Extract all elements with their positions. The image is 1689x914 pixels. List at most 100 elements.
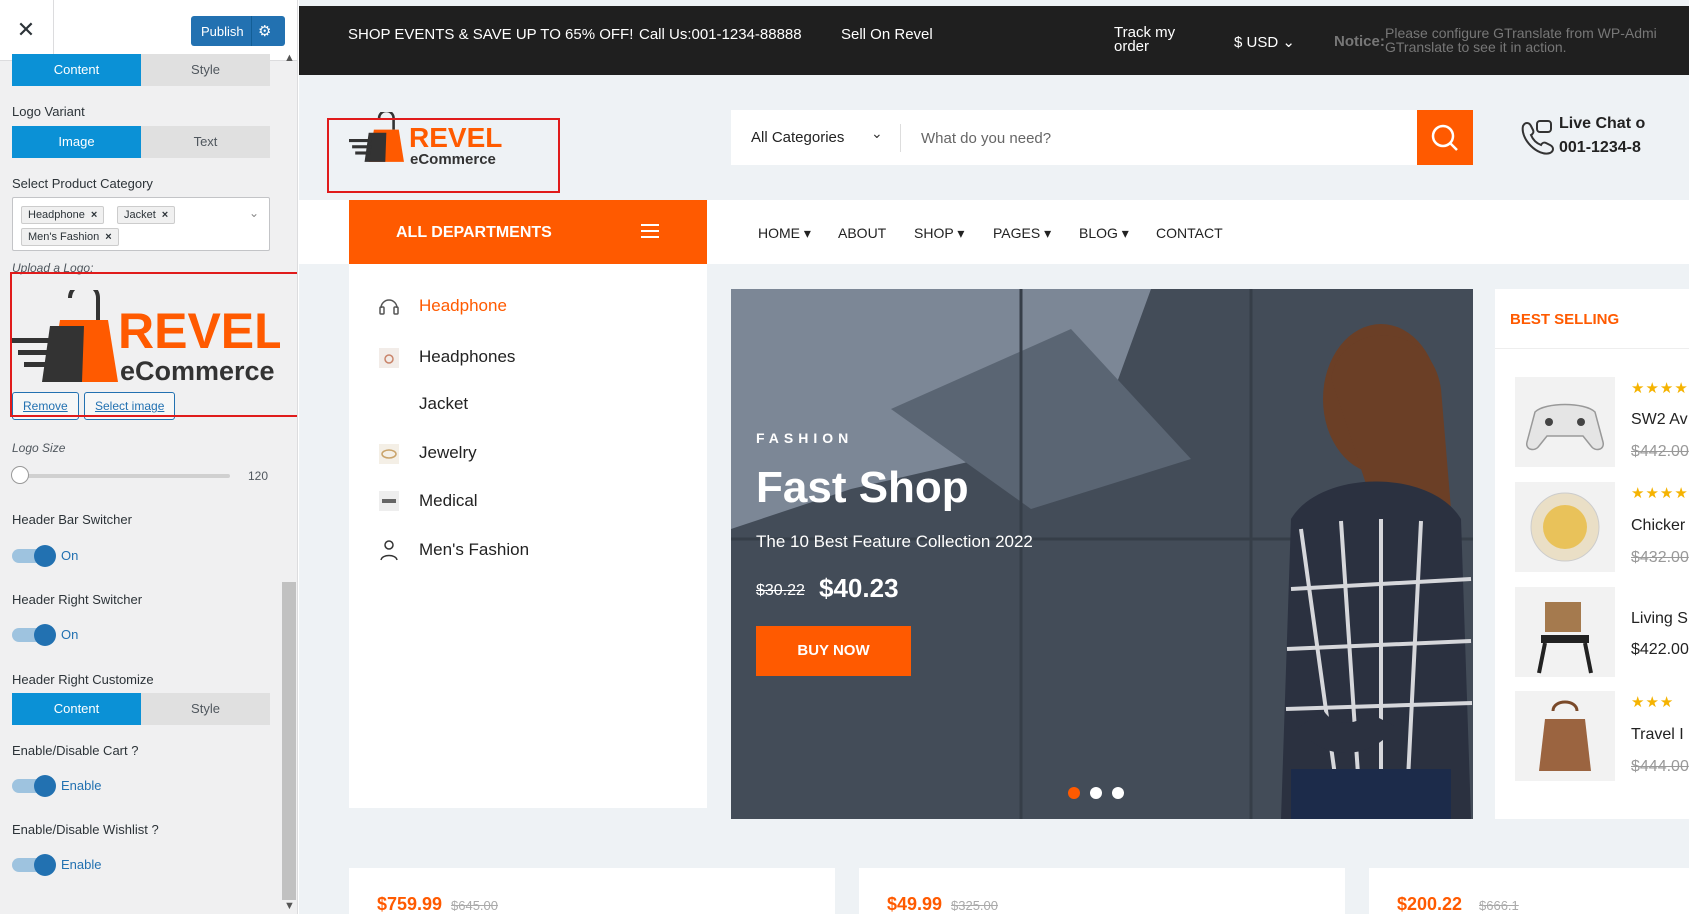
chair-icon [1537,602,1593,674]
logo-section-tabs: Content Style [12,54,270,86]
headphones-icon [379,348,399,368]
slider-dot[interactable] [1112,787,1124,799]
jewelry-icon [379,444,399,464]
slider-dot[interactable] [1090,787,1102,799]
track-order-link[interactable]: Track my order [1114,25,1175,54]
gear-icon[interactable]: ⚙ [258,22,271,40]
product-name[interactable]: Travel I [1631,726,1684,744]
site-preview: SHOP EVENTS & SAVE UP TO 65% OFF! Call U… [299,0,1689,914]
tab-style[interactable]: Style [141,693,270,725]
medical-icon [379,491,399,511]
nav-about[interactable]: ABOUT [838,225,886,241]
slider-dot[interactable] [1068,787,1080,799]
product-old-price: $645.00 [451,898,498,913]
dept-item-jewelry[interactable]: Jewelry [419,443,477,463]
dept-item-headphones[interactable]: Headphones [419,347,515,367]
header-right-customize-label: Header Right Customize [12,672,154,687]
category-multiselect[interactable]: Headphone × Jacket × Men's Fashion × ⌄ [12,197,270,251]
logo-size-track[interactable] [20,474,230,478]
header-bar-label: Header Bar Switcher [12,512,132,527]
product-old-price: $325.00 [951,898,998,913]
all-departments-button[interactable]: ALL DEPARTMENTS [349,200,707,264]
search-button[interactable] [1417,110,1473,165]
product-card[interactable]: $49.99 $325.00 [859,868,1345,914]
category-tag[interactable]: Jacket × [117,206,176,224]
toggle-knob [34,775,56,797]
scrollbar-thumb[interactable] [282,582,296,900]
header-right-tabs: Content Style [12,693,270,725]
logo-size-handle[interactable] [11,466,29,484]
product-name[interactable]: Chicker [1631,517,1685,535]
nav-home[interactable]: HOME ▾ [758,225,811,242]
nav-label: SHOP [914,225,954,241]
dept-item-medical[interactable]: Medical [419,491,478,511]
wishlist-label: Enable/Disable Wishlist ? [12,822,159,837]
category-tag[interactable]: Headphone × [21,206,105,224]
dept-item-jacket[interactable]: Jacket [419,394,468,414]
hero-old-price: $30.22 [756,582,805,599]
gamepad-icon [1526,403,1604,451]
product-card[interactable]: $759.99 $645.00 [349,868,835,914]
product-price: $444.00 [1631,758,1689,775]
remove-tag-icon[interactable]: × [91,209,97,221]
sell-on-link[interactable]: Sell On Revel [841,26,933,43]
search-bar: All Categories ⌄ What do you need? [731,110,1473,165]
mens-fashion-icon [380,540,398,561]
rating-stars: ★★★★ [1631,485,1689,502]
product-thumb[interactable] [1515,587,1615,677]
tab-style[interactable]: Style [141,54,270,86]
header-bar-toggle[interactable] [12,545,56,567]
remove-tag-icon[interactable]: × [105,231,111,243]
search-category-select[interactable]: All Categories [751,129,844,146]
nav-contact[interactable]: CONTACT [1156,225,1223,241]
search-input[interactable]: What do you need? [921,130,1051,147]
live-chat-info: Live Chat o 001-1234-8 [1559,112,1645,160]
product-price: $422.00 [1631,641,1689,658]
nav-blog[interactable]: BLOG ▾ [1079,225,1129,242]
scroll-up-icon[interactable]: ▲ [284,52,295,64]
close-icon[interactable]: ✕ [12,16,40,44]
product-card[interactable]: $200.22 $666.1 [1369,868,1689,914]
scroll-down-icon[interactable]: ▼ [284,900,295,912]
variant-image[interactable]: Image [12,126,141,158]
search-icon [1431,124,1458,151]
buy-now-button[interactable]: BUY NOW [756,626,911,676]
wishlist-state: Enable [61,857,102,872]
dept-item-mens-fashion[interactable]: Men's Fashion [419,540,529,560]
tab-content[interactable]: Content [12,693,141,725]
publish-button[interactable]: Publish ⚙ [191,16,285,46]
notice-text: Please configure GTranslate from WP-Admi… [1385,26,1657,54]
header-bar-state: On [61,548,79,563]
headphone-icon [379,299,399,315]
dept-item-headphone[interactable]: Headphone [419,296,507,316]
category-tag[interactable]: Men's Fashion × [21,228,119,246]
chevron-down-icon[interactable]: ⌄ [871,125,883,142]
cart-toggle[interactable] [12,775,56,797]
product-price: $759.99 [377,894,443,914]
product-name[interactable]: Living S [1631,610,1688,628]
phone-chat-icon [1521,120,1554,155]
best-selling-panel: BEST SELLING ★★★★ SW2 Av $442.00 ★★★★ Ch… [1495,289,1689,819]
header-right-toggle[interactable] [12,624,56,646]
divider [53,0,54,61]
header-right-label: Header Right Switcher [12,592,143,607]
notice-label: Notice: [1334,33,1385,50]
hero-title: Fast Shop [756,463,969,512]
currency-selector[interactable]: $ USD ⌄ [1234,33,1295,51]
tab-content[interactable]: Content [12,54,141,86]
top-bar: SHOP EVENTS & SAVE UP TO 65% OFF! Call U… [299,6,1689,75]
call-us-link[interactable]: Call Us:001-1234-88888 [639,26,802,43]
nav-pages[interactable]: PAGES ▾ [993,225,1051,242]
livechat-line1: Live Chat o [1559,115,1646,132]
product-thumb[interactable] [1515,377,1615,467]
rating-stars: ★★★★ [1631,380,1689,397]
remove-tag-icon[interactable]: × [162,209,168,221]
product-thumb[interactable] [1515,691,1615,781]
product-name[interactable]: SW2 Av [1631,411,1688,429]
product-thumb[interactable] [1515,482,1615,572]
variant-text[interactable]: Text [141,126,270,158]
chevron-down-icon[interactable]: ⌄ [249,206,259,220]
nav-shop[interactable]: SHOP ▾ [914,225,964,242]
category-label: Select Product Category [12,176,153,191]
wishlist-toggle[interactable] [12,854,56,876]
